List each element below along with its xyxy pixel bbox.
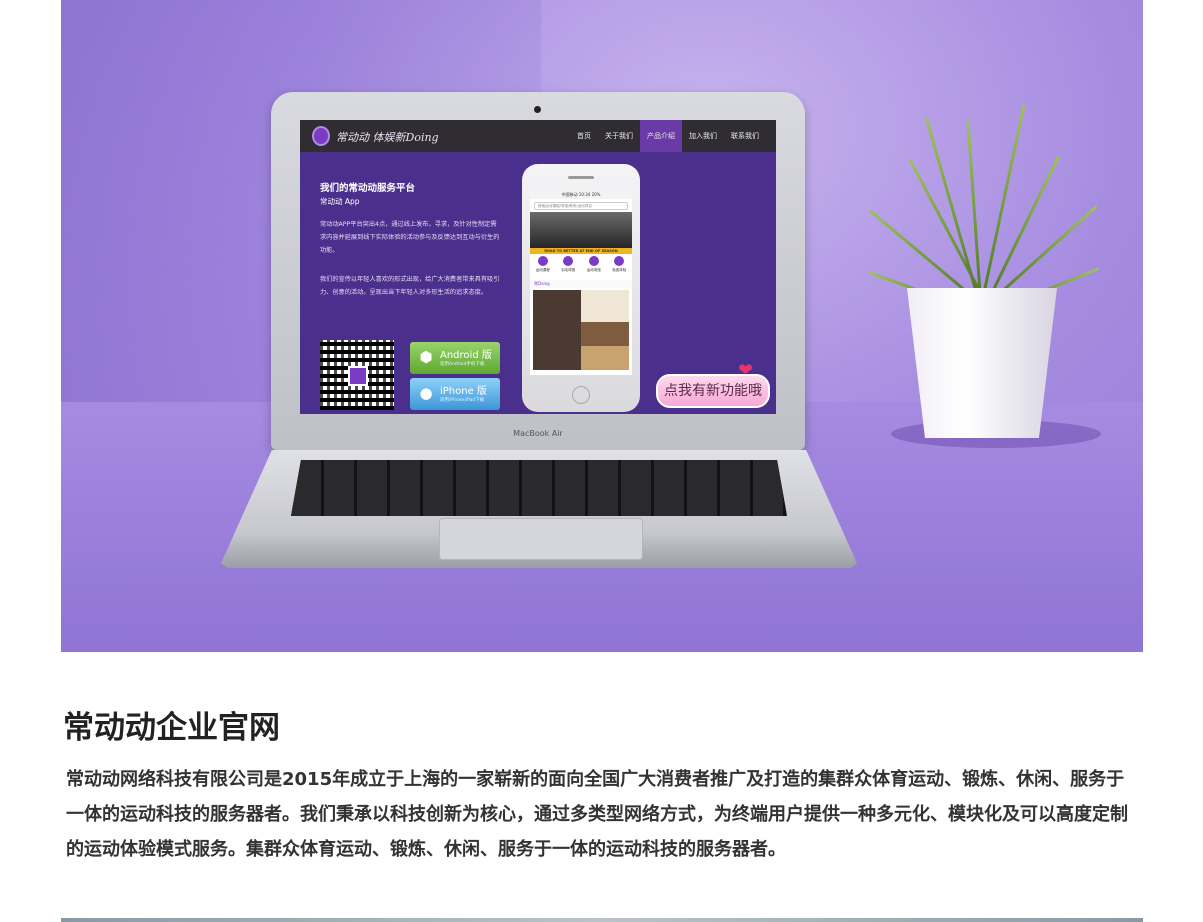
mockup-heading: 我们的常动动服务平台 [320,183,416,194]
phone-category: 羽毛球馆 [559,256,577,278]
laptop-lid: 常动动 体娱新Doing 首页 关于我们 产品介绍 加入我们 联系我们 我们的常… [271,92,805,450]
category-icon [614,256,625,266]
mockup-nav-join: 加入我们 [689,132,717,140]
laptop-screen: 常动动 体娱新Doing 首页 关于我们 产品介绍 加入我们 联系我们 我们的常… [300,120,776,414]
qr-code [320,340,394,410]
download-button-desc: 适用iPhone/iPad下载 [440,398,485,403]
qr-logo-icon [348,366,368,386]
download-button-label: iPhone 版 [440,386,487,397]
laptop-base [221,450,857,568]
mockup-nav-products: 产品介绍 [640,120,682,152]
phone-status-bar: 中国移动 10:34 20% [530,190,632,199]
phone-section-title: 常Doing [530,280,632,288]
laptop-trackpad [439,518,643,560]
phone-category: 运动课程 [534,256,552,278]
heart-icon: ❤ [738,360,754,381]
category-icon [588,256,599,266]
iphone-download-button: ● iPhone 版 适用iPhone/iPad下载 [410,378,500,410]
laptop-keyboard [291,460,787,516]
download-button-desc: 适用Android手机下载 [440,362,485,367]
mockup-logo-text: 常动动 体娱新Doing [336,131,439,144]
mockup-paragraph: 常动动APP平台突出4点，通过线上发布，寻求，及针对性制定需求内容并延展到线下实… [320,221,500,254]
apple-icon: ● [419,384,433,402]
phone-speaker [568,176,594,179]
phone-category: 免费体验 [610,256,628,278]
mockup-menu: 首页 关于我们 产品介绍 加入我们 联系我们 [570,120,766,152]
phone-mockup: 中国移动 10:34 20% 搜索运动课程/场馆/教练/运动项目 ROAD TO… [522,164,640,412]
company-title: 常动动企业官网 [63,710,280,746]
phone-search-box: 搜索运动课程/场馆/教练/运动项目 [534,202,628,210]
laptop-brand-label: MacBook Air [513,429,563,438]
phone-category: 运动场馆 [585,256,603,278]
plant-leaf [991,205,1098,302]
footer-image-edge [61,918,1143,922]
mockup-nav-about: 关于我们 [605,132,633,140]
android-download-button: ⬢ Android 版 适用Android手机下载 [410,342,500,374]
hero-image: 常动动 体娱新Doing 首页 关于我们 产品介绍 加入我们 联系我们 我们的常… [61,0,1143,652]
laptop-camera [534,106,541,113]
category-icon [563,256,574,266]
mockup-subheading: 常动动 App [320,197,360,206]
mockup-logo-icon [312,126,330,146]
download-button-label: Android 版 [440,350,492,361]
phone-banner-strip: ROAD TO BETTER AT END OF SEASON [530,248,632,254]
phone-categories: 运动课程 羽毛球馆 运动场馆 免费体验 [530,256,632,278]
company-description: 常动动网络科技有限公司是2015年成立于上海的一家崭新的面向全国广大消费者推广及… [66,769,1128,860]
android-icon: ⬢ [419,348,433,366]
phone-photo-grid [533,290,629,370]
plant-pot [907,288,1057,438]
mockup-nav-contact: 联系我们 [731,132,759,140]
phone-screen: 中国移动 10:34 20% 搜索运动课程/场馆/教练/运动项目 ROAD TO… [530,190,632,375]
mockup-nav-home: 首页 [577,132,591,140]
phone-banner-image [530,212,632,248]
phone-home-button [572,386,590,404]
category-icon [537,256,548,266]
mockup-navbar: 常动动 体娱新Doing 首页 关于我们 产品介绍 加入我们 联系我们 [300,120,776,152]
mockup-paragraph: 我们的宣传以年轻人喜欢的形式出现，给广大消费者带来具有吸引力、创意的活动。呈现出… [320,276,500,296]
